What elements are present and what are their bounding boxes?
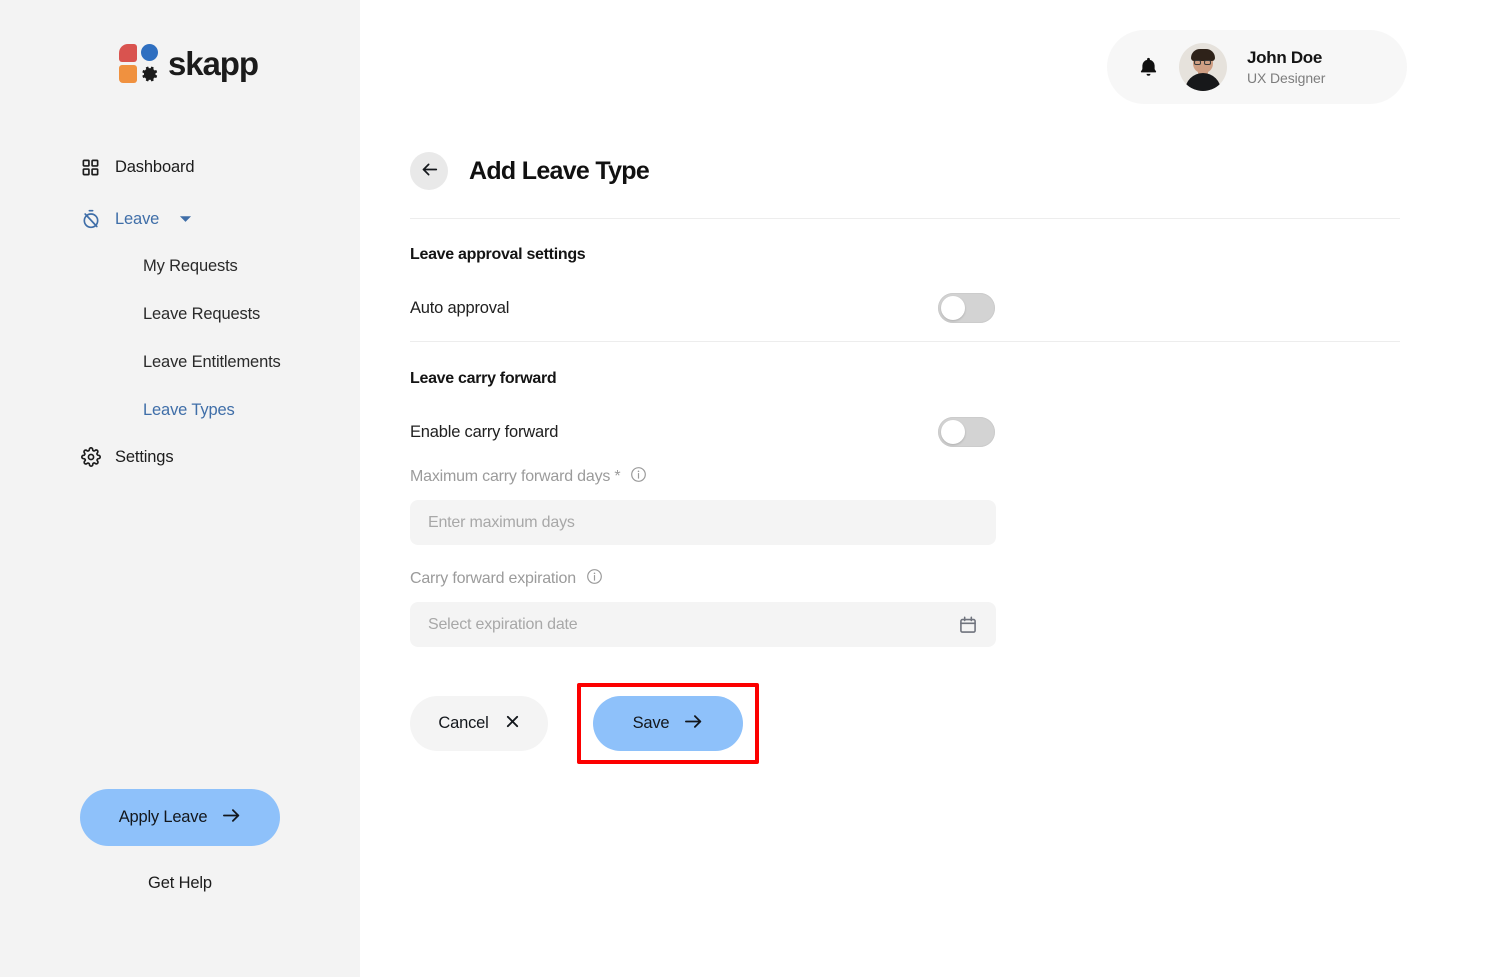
section-title-carry-forward: Leave carry forward bbox=[410, 370, 556, 388]
avatar bbox=[1179, 43, 1227, 91]
sidebar-item-leave-requests[interactable]: Leave Requests bbox=[0, 290, 360, 338]
info-icon[interactable] bbox=[586, 568, 603, 590]
auto-approval-row: Auto approval bbox=[410, 293, 995, 323]
max-carry-forward-days-input[interactable] bbox=[410, 500, 996, 545]
user-profile-chip[interactable]: John Doe UX Designer bbox=[1107, 30, 1407, 104]
arrow-left-icon bbox=[421, 162, 438, 180]
toggle-knob bbox=[941, 420, 965, 444]
enable-carry-forward-label: Enable carry forward bbox=[410, 423, 558, 442]
brand-logo[interactable]: skapp bbox=[119, 44, 258, 84]
sidebar-item-leave[interactable]: Leave bbox=[0, 200, 360, 238]
logo-orange-square bbox=[119, 65, 137, 83]
user-meta: John Doe UX Designer bbox=[1247, 48, 1325, 86]
sidebar-item-leave-types[interactable]: Leave Types bbox=[0, 386, 360, 434]
page-title: Add Leave Type bbox=[469, 157, 649, 186]
avatar-shirt bbox=[1185, 73, 1221, 91]
carry-forward-expiration-input[interactable] bbox=[410, 602, 996, 647]
sidebar-item-leave-entitlements[interactable]: Leave Entitlements bbox=[0, 338, 360, 386]
app-root: skapp Dashboard bbox=[0, 0, 1512, 977]
chevron-down-icon[interactable] bbox=[179, 215, 192, 224]
bell-icon[interactable] bbox=[1137, 55, 1159, 79]
logo-blue-circle bbox=[141, 44, 158, 61]
skapp-logo-icon bbox=[119, 44, 159, 84]
carry-forward-expiration-label-row: Carry forward expiration bbox=[410, 568, 996, 590]
expiration-input-wrap bbox=[410, 602, 996, 647]
form-actions: Cancel Save bbox=[410, 683, 759, 764]
arrow-right-icon bbox=[685, 714, 703, 734]
logo-gear-icon bbox=[139, 64, 159, 84]
sidebar-item-my-requests[interactable]: My Requests bbox=[0, 242, 360, 290]
apply-leave-label: Apply Leave bbox=[119, 808, 208, 827]
cancel-label: Cancel bbox=[438, 714, 488, 733]
max-carry-forward-days-label: Maximum carry forward days * bbox=[410, 468, 620, 486]
get-help-link[interactable]: Get Help bbox=[0, 874, 360, 893]
divider-top bbox=[410, 218, 1400, 219]
avatar-glasses-left bbox=[1194, 60, 1201, 65]
arrow-right-icon bbox=[223, 808, 241, 828]
save-label: Save bbox=[633, 714, 670, 733]
back-button[interactable] bbox=[410, 152, 448, 190]
sidebar-item-label: Dashboard bbox=[115, 158, 194, 177]
sidebar-item-label: Settings bbox=[115, 448, 173, 467]
cancel-button[interactable]: Cancel bbox=[410, 696, 548, 751]
enable-carry-forward-row: Enable carry forward bbox=[410, 417, 995, 447]
sidebar-item-settings[interactable]: Settings bbox=[0, 438, 360, 476]
save-button-highlight: Save bbox=[577, 683, 759, 764]
sidebar-item-label: Leave bbox=[115, 210, 159, 229]
auto-approval-label: Auto approval bbox=[410, 299, 509, 318]
timer-off-icon bbox=[80, 209, 101, 230]
page-header: Add Leave Type bbox=[410, 152, 649, 190]
sidebar-nav: Dashboard Leave My Requests Le bbox=[0, 148, 360, 476]
max-carry-forward-days-label-row: Maximum carry forward days * bbox=[410, 466, 996, 488]
auto-approval-toggle[interactable] bbox=[938, 293, 995, 323]
max-carry-forward-days-field: Maximum carry forward days * bbox=[410, 466, 996, 545]
logo-red-square bbox=[119, 44, 137, 62]
apply-leave-button[interactable]: Apply Leave bbox=[80, 789, 280, 846]
divider-middle bbox=[410, 341, 1400, 342]
carry-forward-expiration-label: Carry forward expiration bbox=[410, 570, 576, 588]
info-icon[interactable] bbox=[630, 466, 647, 488]
enable-carry-forward-toggle[interactable] bbox=[938, 417, 995, 447]
nav-spacer bbox=[0, 186, 360, 200]
grid-icon bbox=[80, 157, 101, 178]
save-button[interactable]: Save bbox=[593, 696, 743, 751]
user-role: UX Designer bbox=[1247, 70, 1325, 86]
toggle-knob bbox=[941, 296, 965, 320]
sidebar-subnav-leave: My Requests Leave Requests Leave Entitle… bbox=[0, 242, 360, 434]
sidebar: skapp Dashboard bbox=[0, 0, 360, 977]
close-icon bbox=[505, 714, 520, 734]
carry-forward-expiration-field: Carry forward expiration bbox=[410, 568, 996, 647]
user-name: John Doe bbox=[1247, 48, 1325, 68]
avatar-glasses-right bbox=[1204, 60, 1211, 65]
section-title-approval: Leave approval settings bbox=[410, 246, 585, 264]
main-content: John Doe UX Designer Add Leave Type Leav… bbox=[360, 0, 1512, 977]
sidebar-item-dashboard[interactable]: Dashboard bbox=[0, 148, 360, 186]
gear-icon bbox=[80, 447, 101, 468]
brand-name: skapp bbox=[168, 45, 258, 83]
